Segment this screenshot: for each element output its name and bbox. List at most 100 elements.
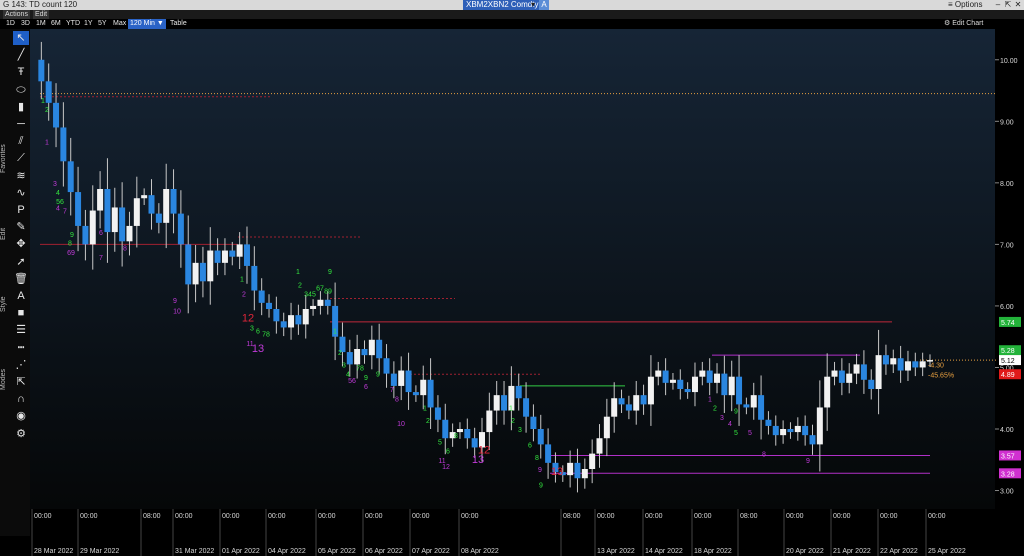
group-edit-label: Edit xyxy=(0,227,7,241)
candle-body xyxy=(758,395,765,420)
td-count-label: 5 xyxy=(734,430,738,437)
candle-body xyxy=(207,250,214,282)
range-ytd[interactable]: YTD xyxy=(66,19,80,29)
td-count-label: 67 xyxy=(316,286,324,293)
pointer-icon[interactable]: ⇱ xyxy=(13,375,29,389)
td-count-label: 4 xyxy=(56,206,60,213)
candle-body xyxy=(45,81,52,103)
candle-body xyxy=(302,309,309,325)
td-count-label: 9 xyxy=(328,269,332,276)
y-tick-label: 10.00 xyxy=(1000,58,1018,65)
candle-body xyxy=(860,364,867,380)
trend-icon[interactable]: ∿ xyxy=(13,186,29,200)
range-6m[interactable]: 6M xyxy=(51,19,61,29)
options-menu[interactable]: ≡ Options xyxy=(948,0,982,10)
price-chart[interactable]: 12134564 7986967891012123 61113781234567 89… xyxy=(0,29,1024,556)
range-1y[interactable]: 1Y xyxy=(84,19,93,29)
candle-body xyxy=(574,462,581,479)
x-time-label: 00:00 xyxy=(222,513,240,520)
interval-select[interactable]: 120 Min ▼ xyxy=(128,19,166,29)
x-time-label: 08:00 xyxy=(563,513,581,520)
move-icon[interactable]: ✥ xyxy=(13,237,29,251)
candle-body xyxy=(890,358,897,365)
candle-body xyxy=(75,192,82,226)
trash-icon[interactable]: 🗑 xyxy=(13,272,29,286)
parallel-lines-icon[interactable]: ⫽ xyxy=(13,134,29,148)
pencil-icon[interactable]: ✎ xyxy=(13,220,29,234)
dash-style-icon[interactable]: ┅ xyxy=(13,341,29,355)
td-count-label: 8 xyxy=(535,455,539,462)
candle-body xyxy=(141,195,148,199)
range-1m[interactable]: 1M xyxy=(36,19,46,29)
candle-body xyxy=(927,360,933,362)
globe-icon[interactable]: ◉ xyxy=(13,409,29,423)
x-date-label: 13 Apr 2022 xyxy=(597,548,635,555)
fill-square-icon[interactable]: ■ xyxy=(13,306,29,320)
y-tick-label: 3.00 xyxy=(1000,489,1014,496)
pen-line-icon[interactable]: ╱ xyxy=(13,48,29,62)
candle-body xyxy=(405,370,412,393)
menu-edit[interactable]: Edit xyxy=(33,10,50,19)
candle-body xyxy=(530,416,537,429)
channel-icon[interactable]: ≋ xyxy=(13,169,29,183)
minimize-icon[interactable]: – xyxy=(993,0,1003,10)
text-percent-icon[interactable]: Ŧ xyxy=(13,65,29,79)
td-count-label: 4 xyxy=(56,190,60,197)
x-time-label: 00:00 xyxy=(365,513,383,520)
range-3d[interactable]: 3D xyxy=(21,19,30,29)
table-button[interactable]: Table xyxy=(170,19,187,29)
edit-chart-label: Edit Chart xyxy=(952,20,984,27)
candle-body xyxy=(288,315,295,328)
td-count-label: 10 xyxy=(397,421,405,428)
close-icon[interactable]: ✕ xyxy=(1013,0,1023,10)
p-marker-icon[interactable]: P xyxy=(13,203,29,217)
gear-icon[interactable]: ⚙ xyxy=(13,427,29,441)
cursor-arrow-icon[interactable]: ↖ xyxy=(13,31,29,45)
candle-body xyxy=(706,370,713,383)
font-a-icon[interactable]: A xyxy=(13,289,29,303)
crosshair-icon[interactable]: ⋰ xyxy=(13,358,29,372)
candle-body xyxy=(199,262,206,282)
maximize-icon[interactable]: ⇱ xyxy=(1003,0,1013,10)
td-count-label: 7 xyxy=(63,209,67,216)
td-count-label: 8 xyxy=(68,241,72,248)
td-count-label: 9 xyxy=(364,375,368,382)
range-1d[interactable]: 1D xyxy=(6,19,15,29)
td-count-label: 3 xyxy=(53,181,57,188)
horizontal-line-icon[interactable]: ─ xyxy=(13,117,29,131)
candle-body xyxy=(515,385,522,399)
candle-body xyxy=(567,462,574,476)
magnet-icon[interactable]: ∩ xyxy=(13,392,29,406)
candle-body xyxy=(60,127,67,162)
candle-icon[interactable]: ▮ xyxy=(13,100,29,114)
ticker-badge[interactable]: A xyxy=(539,0,549,10)
ellipse-icon[interactable]: ⬭ xyxy=(13,83,29,97)
x-time-label: 00:00 xyxy=(928,513,946,520)
candle-body xyxy=(251,265,258,291)
ticker-dropdown-icon[interactable]: ▾ xyxy=(529,0,537,10)
price-tag-label: 5.28 xyxy=(1001,348,1015,355)
candle-body xyxy=(464,429,471,439)
x-time-label: 00:00 xyxy=(833,513,851,520)
candle-body xyxy=(831,370,838,377)
range-max[interactable]: Max xyxy=(113,19,126,29)
candle-body xyxy=(787,429,794,433)
candle-body xyxy=(133,198,140,226)
candle-body xyxy=(838,370,845,383)
x-date-label: 06 Apr 2022 xyxy=(365,548,403,555)
x-time-label: 00:00 xyxy=(175,513,193,520)
menu-actions[interactable]: Actions xyxy=(3,10,30,19)
x-date-label: 25 Apr 2022 xyxy=(928,548,966,555)
segment-icon[interactable]: ⟋ xyxy=(13,151,29,165)
candle-body xyxy=(310,305,317,309)
select-arrow-icon[interactable]: ➚ xyxy=(13,255,29,269)
range-5y[interactable]: 5Y xyxy=(98,19,107,29)
candle-body xyxy=(699,370,706,377)
candle-body xyxy=(523,398,530,417)
candle-body xyxy=(691,376,698,393)
candle-body xyxy=(104,189,111,233)
td-count-label: 2 xyxy=(242,292,246,299)
x-time-label: 00:00 xyxy=(80,513,98,520)
line-weight-icon[interactable]: ☰ xyxy=(13,323,29,337)
edit-chart-button[interactable]: ⚙ Edit Chart xyxy=(944,19,983,29)
